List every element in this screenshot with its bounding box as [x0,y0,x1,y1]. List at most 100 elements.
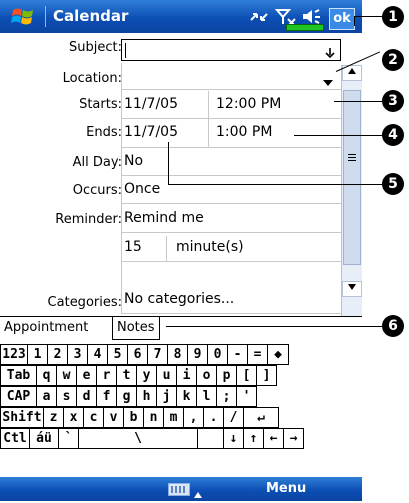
key-1-3[interactable]: e [76,365,97,386]
key-0-4[interactable]: 4 [87,344,108,365]
menu-button[interactable]: Menu [266,481,306,496]
key-0-6[interactable]: 6 [127,344,148,365]
subject-dropdown-arrow-icon[interactable] [324,44,336,59]
key-0-0[interactable]: 123 [0,344,28,365]
key-0-3[interactable]: 3 [67,344,88,365]
key-2-5[interactable]: g [116,386,137,407]
form-left-border [121,63,122,313]
key-2-2[interactable]: s [56,386,77,407]
key-0-7[interactable]: 7 [147,344,168,365]
callout-badge-3: 3 [382,90,404,112]
reminder-amount[interactable]: 15 [124,239,142,255]
input-menu-arrow-icon[interactable] [193,484,203,498]
key-1-6[interactable]: y [136,365,157,386]
key-1-11[interactable]: [ [236,365,257,386]
ends-label: Ends: [86,125,122,140]
key-3-9[interactable]: . [203,407,224,428]
key-3-6[interactable]: n [143,407,164,428]
callout-1-line-v [354,16,355,26]
keyboard-row-2: Tab q w e r t y u i o p[] [0,365,277,387]
occurs-value[interactable]: Once [124,181,160,197]
key-3-1[interactable]: z [43,407,64,428]
reminder-amount-divider [166,236,167,261]
date-divider [208,91,209,147]
grip-icon [348,154,356,161]
key-3-10[interactable]: / [223,407,244,428]
key-0-13[interactable]: ◆ [267,344,289,365]
bottom-bar: Menu [0,477,362,501]
scroll-down-button[interactable] [342,281,362,297]
tab-appointment[interactable]: Appointment [0,317,92,339]
key-1-10[interactable]: p [216,365,237,386]
key-1-7[interactable]: u [156,365,177,386]
key-0-1[interactable]: 1 [27,344,48,365]
key-2-9[interactable]: l [196,386,217,407]
key-3-0[interactable]: Shift [0,407,44,428]
key-1-12[interactable]: ] [256,365,277,386]
key-1-2[interactable]: w [56,365,77,386]
tab-notes[interactable]: Notes [112,317,160,340]
key-2-1[interactable]: a [36,386,57,407]
key-3-7[interactable]: m [163,407,184,428]
key-4-5[interactable]: ↓ [223,428,244,449]
key-4-8[interactable]: → [283,428,304,449]
key-0-8[interactable]: 8 [167,344,188,365]
key-2-7[interactable]: j [156,386,177,407]
key-2-11[interactable]: ' [236,386,257,407]
keyboard-toggle-icon[interactable] [168,483,190,496]
key-4-2[interactable]: ` [58,428,79,449]
key-3-4[interactable]: v [103,407,124,428]
windows-start-icon[interactable] [10,6,36,28]
ok-button[interactable]: ok [329,8,355,30]
key-2-6[interactable]: h [136,386,157,407]
reminder-unit[interactable]: minute(s) [176,239,244,255]
callout-badge-5: 5 [382,173,404,195]
key-1-5[interactable]: t [116,365,137,386]
key-1-0[interactable]: Tab [0,365,37,386]
key-3-2[interactable]: x [63,407,84,428]
key-2-3[interactable]: d [76,386,97,407]
key-1-4[interactable]: r [96,365,117,386]
key-4-6[interactable]: ↑ [243,428,264,449]
key-4-7[interactable]: ← [263,428,284,449]
connectivity-icon[interactable] [248,8,270,26]
key-2-4[interactable]: f [96,386,117,407]
starts-label: Starts: [79,97,122,112]
ends-time[interactable]: 1:00 PM [216,124,272,140]
key-4-1[interactable]: áü [29,428,59,449]
key-1-1[interactable]: q [36,365,57,386]
vertical-scrollbar[interactable] [341,65,362,316]
key-3-11[interactable]: ↵ [243,407,279,428]
key-4-3[interactable]: \ [78,428,198,449]
reminder-amount-underline [121,261,341,262]
starts-time[interactable]: 12:00 PM [216,96,281,112]
key-0-12[interactable]: = [247,344,268,365]
key-2-0[interactable]: CAP [0,386,37,407]
key-1-8[interactable]: i [176,365,197,386]
key-0-9[interactable]: 9 [187,344,208,365]
key-0-5[interactable]: 5 [107,344,128,365]
key-4-0[interactable]: Ctl [0,428,30,449]
key-0-2[interactable]: 2 [47,344,68,365]
ends-date[interactable]: 11/7/05 [124,124,178,140]
key-3-3[interactable]: c [83,407,104,428]
allday-value[interactable]: No [124,153,143,169]
starts-date[interactable]: 11/7/05 [124,96,178,112]
reminder-value[interactable]: Remind me [124,210,204,226]
key-3-8[interactable]: , [183,407,204,428]
subject-input[interactable] [121,39,341,61]
scroll-thumb[interactable] [343,90,361,265]
key-4-4[interactable] [197,428,224,449]
categories-value[interactable]: No categories... [124,291,234,307]
callout-badge-4: 4 [382,124,404,146]
location-input[interactable] [122,65,341,89]
key-2-8[interactable]: k [176,386,197,407]
key-2-10[interactable]: ; [216,386,237,407]
callout-5-line-v [168,142,169,184]
reminder-label: Reminder: [55,212,122,227]
key-1-9[interactable]: o [196,365,217,386]
key-0-11[interactable]: - [227,344,248,365]
key-3-5[interactable]: b [123,407,144,428]
location-dropdown-arrow-icon[interactable] [322,72,334,86]
key-0-10[interactable]: 0 [207,344,228,365]
